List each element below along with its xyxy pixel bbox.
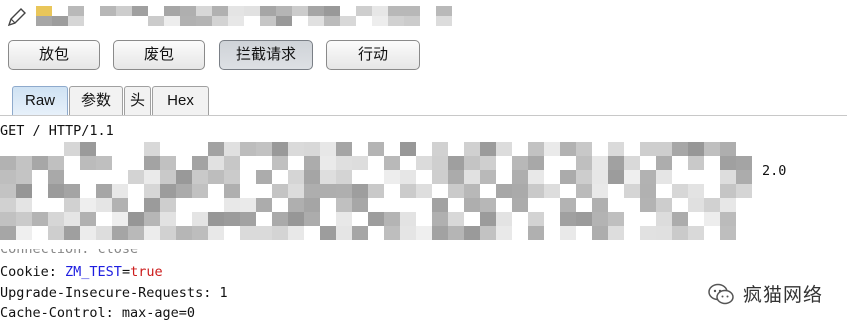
action-button[interactable]: 行动 [326,40,420,70]
cookie-equals: = [121,264,131,280]
redacted-title [36,6,452,26]
wechat-icon [708,283,734,304]
cache-control-header: Cache-Control: max-age=0 [0,305,196,321]
cookie-key: ZM_TEST [65,264,122,280]
watermark-text: 疯猫网络 [742,285,823,306]
watermark: 疯猫网络 [707,280,823,307]
redacted-headers [0,142,752,240]
cookie-value: true [130,264,163,280]
tab-divider [0,115,847,116]
tab-hex[interactable]: Hex [152,86,209,116]
forward-button[interactable]: 放包 [8,40,100,70]
title-bar [0,0,847,34]
tab-headers[interactable]: 头 [124,86,151,116]
tab-raw[interactable]: Raw [12,86,68,116]
cookie-header: Cookie: ZM_TEST=true [0,263,163,281]
request-line: GET / HTTP/1.1 [0,123,114,139]
intercept-toggle-button[interactable]: 拦截请求 [219,40,313,70]
drop-button[interactable]: 废包 [113,40,205,70]
connection-header: Connection: close [0,241,139,257]
cookie-label: Cookie: [0,264,66,280]
partial-header-text: 2.0 [762,163,787,179]
upgrade-header: Upgrade-Insecure-Requests: 1 [0,285,228,301]
pencil-icon[interactable] [6,6,28,28]
tab-params[interactable]: 参数 [69,86,123,116]
